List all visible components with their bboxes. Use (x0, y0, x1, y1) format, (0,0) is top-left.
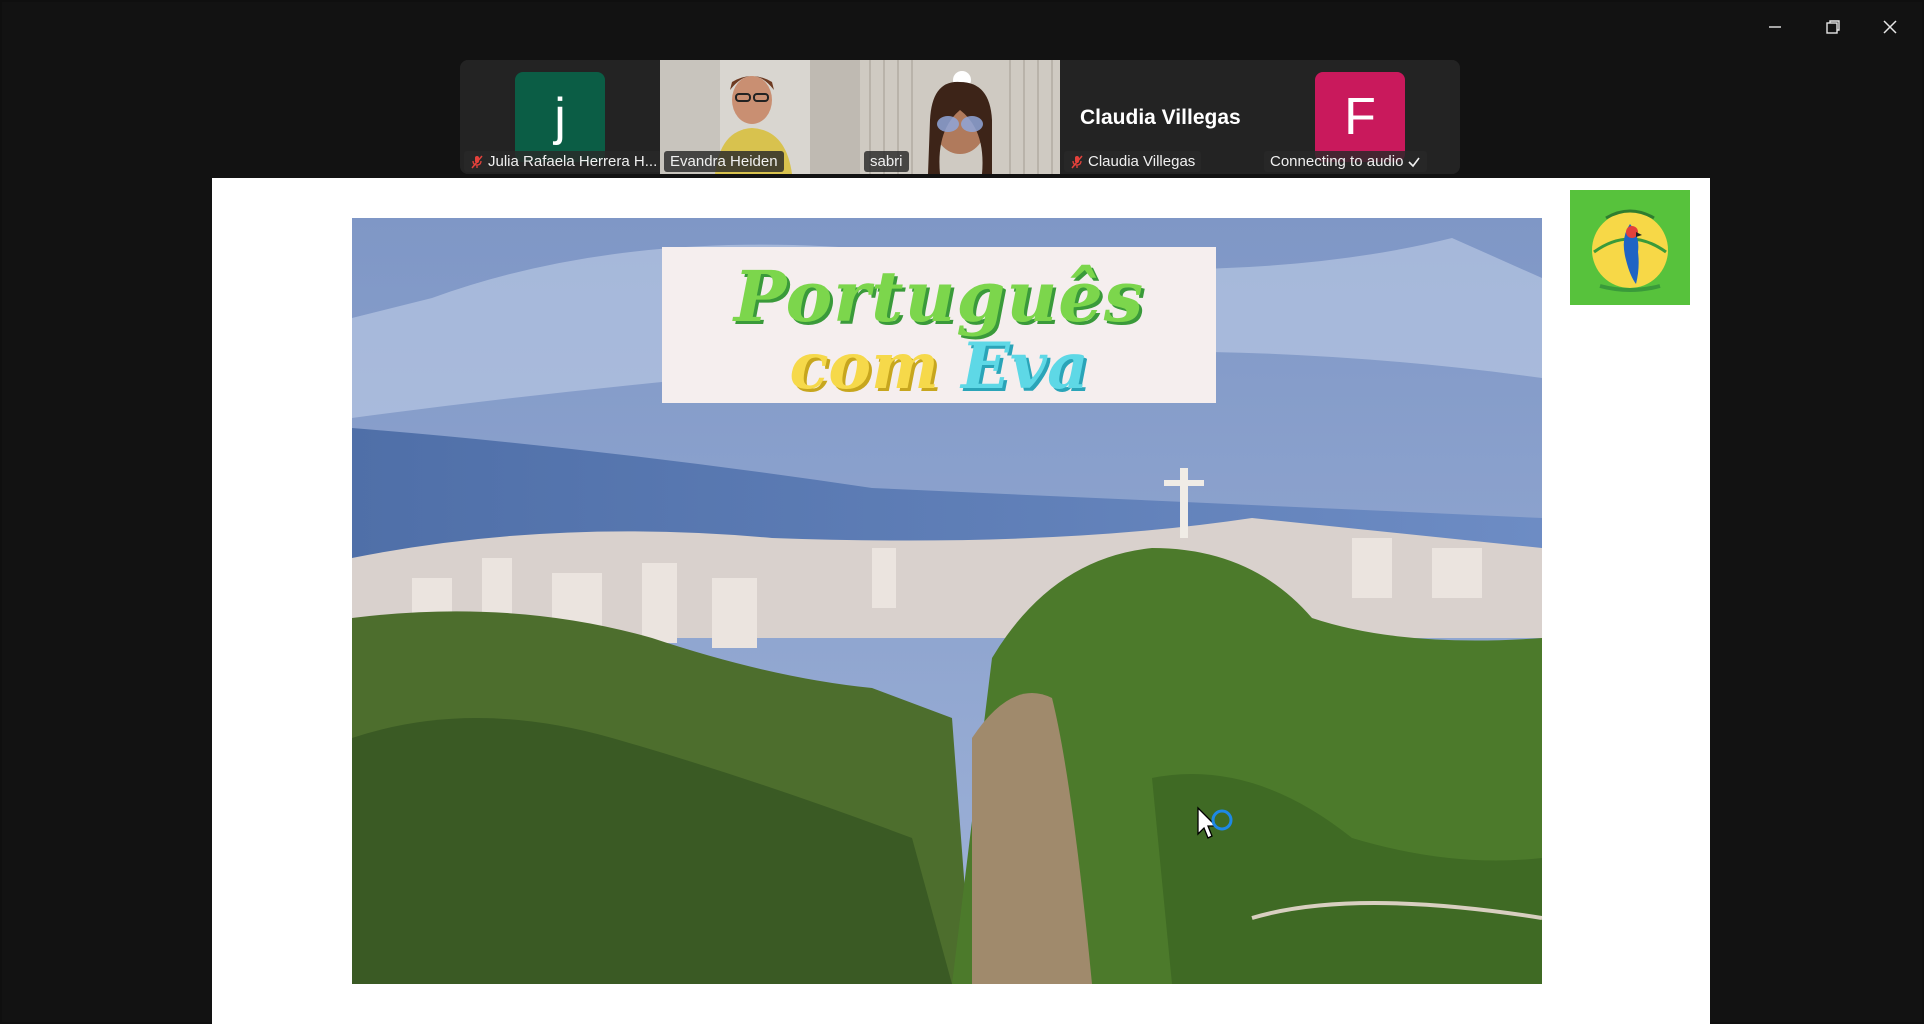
title-line-portugues: Português (733, 255, 1145, 338)
participant-name: Claudia Villegas (1088, 153, 1196, 170)
avatar-initial: F (1344, 88, 1376, 146)
avatar-initial: j (554, 88, 566, 146)
mouse-cursor-icon (1197, 806, 1233, 839)
mic-muted-icon (471, 155, 483, 168)
parrot-logo-icon (1592, 209, 1668, 292)
mic-muted-icon (1071, 155, 1083, 168)
minimize-button[interactable] (1752, 8, 1798, 46)
minimize-icon (1769, 26, 1781, 28)
connecting-status: Connecting to audio (1270, 153, 1404, 170)
restore-icon (1826, 20, 1840, 34)
title-word-com: com (789, 329, 939, 404)
participant-name: Evandra Heiden (670, 153, 778, 170)
avatar: j (515, 72, 605, 162)
participant-name: sabri (870, 153, 903, 170)
participant-nameplate: Claudia Villegas (1064, 151, 1202, 172)
participant-name: Julia Rafaela Herrera H... (488, 153, 658, 170)
participant-tile-evandra[interactable]: Evandra Heiden (660, 60, 860, 174)
close-icon (1883, 20, 1897, 34)
participant-tile-sabri[interactable]: sabri (860, 60, 1060, 174)
title-word-eva: Eva (961, 329, 1089, 404)
participant-tile-julia[interactable]: j Julia Rafaela Herrera H... (460, 60, 660, 174)
participant-nameplate: sabri (864, 151, 909, 172)
restore-button[interactable] (1810, 8, 1856, 46)
portugues-com-eva-logo (1570, 190, 1690, 305)
shared-screen: Português com Eva (212, 178, 1710, 1024)
participant-nameplate: Evandra Heiden (664, 151, 784, 172)
check-icon (1408, 157, 1421, 167)
participant-strip: j Julia Rafaela Herrera H... Evandra Hei… (460, 60, 1460, 174)
participant-display-name: Claudia Villegas (1080, 106, 1241, 129)
participant-tile-claudia[interactable]: Claudia Villegas Claudia Villegas (1060, 60, 1260, 174)
participant-tile-f[interactable]: F Connecting to audio (1260, 60, 1460, 174)
title-line-com-eva: com Eva (662, 329, 1216, 404)
participant-nameplate: Julia Rafaela Herrera H... (464, 151, 660, 172)
participant-nameplate: Connecting to audio (1264, 151, 1428, 172)
close-button[interactable] (1867, 8, 1913, 46)
title-banner: Português com Eva (662, 247, 1216, 404)
avatar: F (1315, 72, 1405, 162)
